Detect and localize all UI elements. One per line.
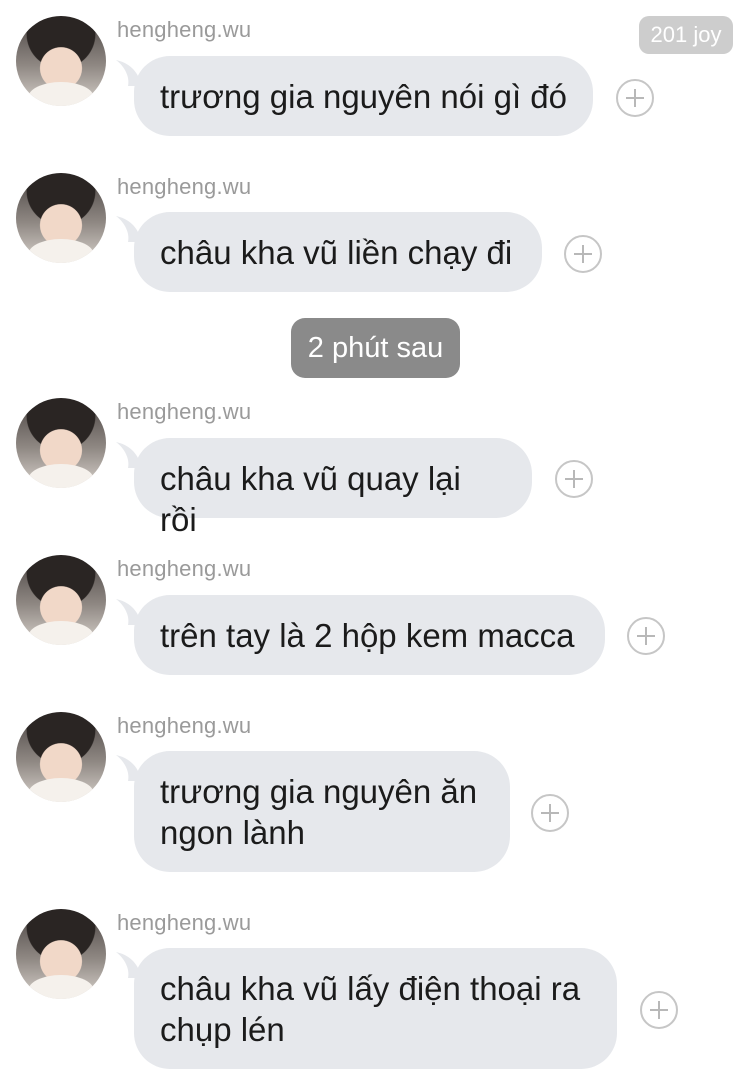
avatar[interactable] bbox=[16, 712, 106, 802]
username: hengheng.wu bbox=[117, 17, 252, 42]
add-reaction-button[interactable] bbox=[616, 79, 654, 117]
add-reaction-button[interactable] bbox=[640, 991, 678, 1029]
bubble-tail bbox=[116, 442, 152, 468]
add-reaction-button[interactable] bbox=[531, 794, 569, 832]
message-text: trên tay là 2 hộp kem macca bbox=[160, 617, 575, 654]
bubble-tail bbox=[116, 952, 152, 978]
message-text: châu kha vũ quay lại rồi bbox=[160, 460, 461, 538]
avatar[interactable] bbox=[16, 173, 106, 263]
message-bubble[interactable]: trương gia nguyên ăn ngon lành bbox=[116, 751, 510, 872]
add-reaction-button[interactable] bbox=[555, 460, 593, 498]
message-bubble[interactable]: châu kha vũ quay lại rồi bbox=[116, 438, 532, 538]
username: hengheng.wu bbox=[117, 556, 252, 581]
avatar-shirt bbox=[28, 778, 94, 802]
message-bubble[interactable]: trên tay là 2 hộp kem macca bbox=[116, 595, 605, 675]
bubble-tail bbox=[116, 60, 152, 86]
username: hengheng.wu bbox=[117, 174, 252, 199]
avatar-shirt bbox=[28, 82, 94, 106]
bubble-tail bbox=[116, 599, 152, 625]
username: hengheng.wu bbox=[117, 713, 252, 738]
username: hengheng.wu bbox=[117, 399, 252, 424]
avatar[interactable] bbox=[16, 398, 106, 488]
avatar-shirt bbox=[28, 975, 94, 999]
message-text: trương gia nguyên ăn ngon lành bbox=[160, 773, 478, 851]
add-reaction-button[interactable] bbox=[627, 617, 665, 655]
message-text: châu kha vũ liền chạy đi bbox=[160, 234, 513, 271]
message-text: trương gia nguyên nói gì đó bbox=[160, 78, 568, 115]
timestamp-divider: 2 phút sau bbox=[291, 318, 460, 378]
avatar-shirt bbox=[28, 621, 94, 645]
message-bubble[interactable]: châu kha vũ lấy điện thoại ra chụp lén bbox=[116, 948, 617, 1069]
avatar-shirt bbox=[28, 239, 94, 263]
message-bubble[interactable]: châu kha vũ liền chạy đi bbox=[116, 212, 542, 292]
reaction-badge[interactable]: 201 joy bbox=[639, 16, 733, 54]
username: hengheng.wu bbox=[117, 910, 252, 935]
avatar-shirt bbox=[28, 464, 94, 488]
add-reaction-button[interactable] bbox=[564, 235, 602, 273]
bubble-tail bbox=[116, 216, 152, 242]
avatar[interactable] bbox=[16, 909, 106, 999]
message-bubble[interactable]: trương gia nguyên nói gì đó bbox=[116, 56, 593, 136]
avatar[interactable] bbox=[16, 555, 106, 645]
avatar[interactable] bbox=[16, 16, 106, 106]
message-text: châu kha vũ lấy điện thoại ra chụp lén bbox=[160, 970, 581, 1048]
bubble-tail bbox=[116, 755, 152, 781]
